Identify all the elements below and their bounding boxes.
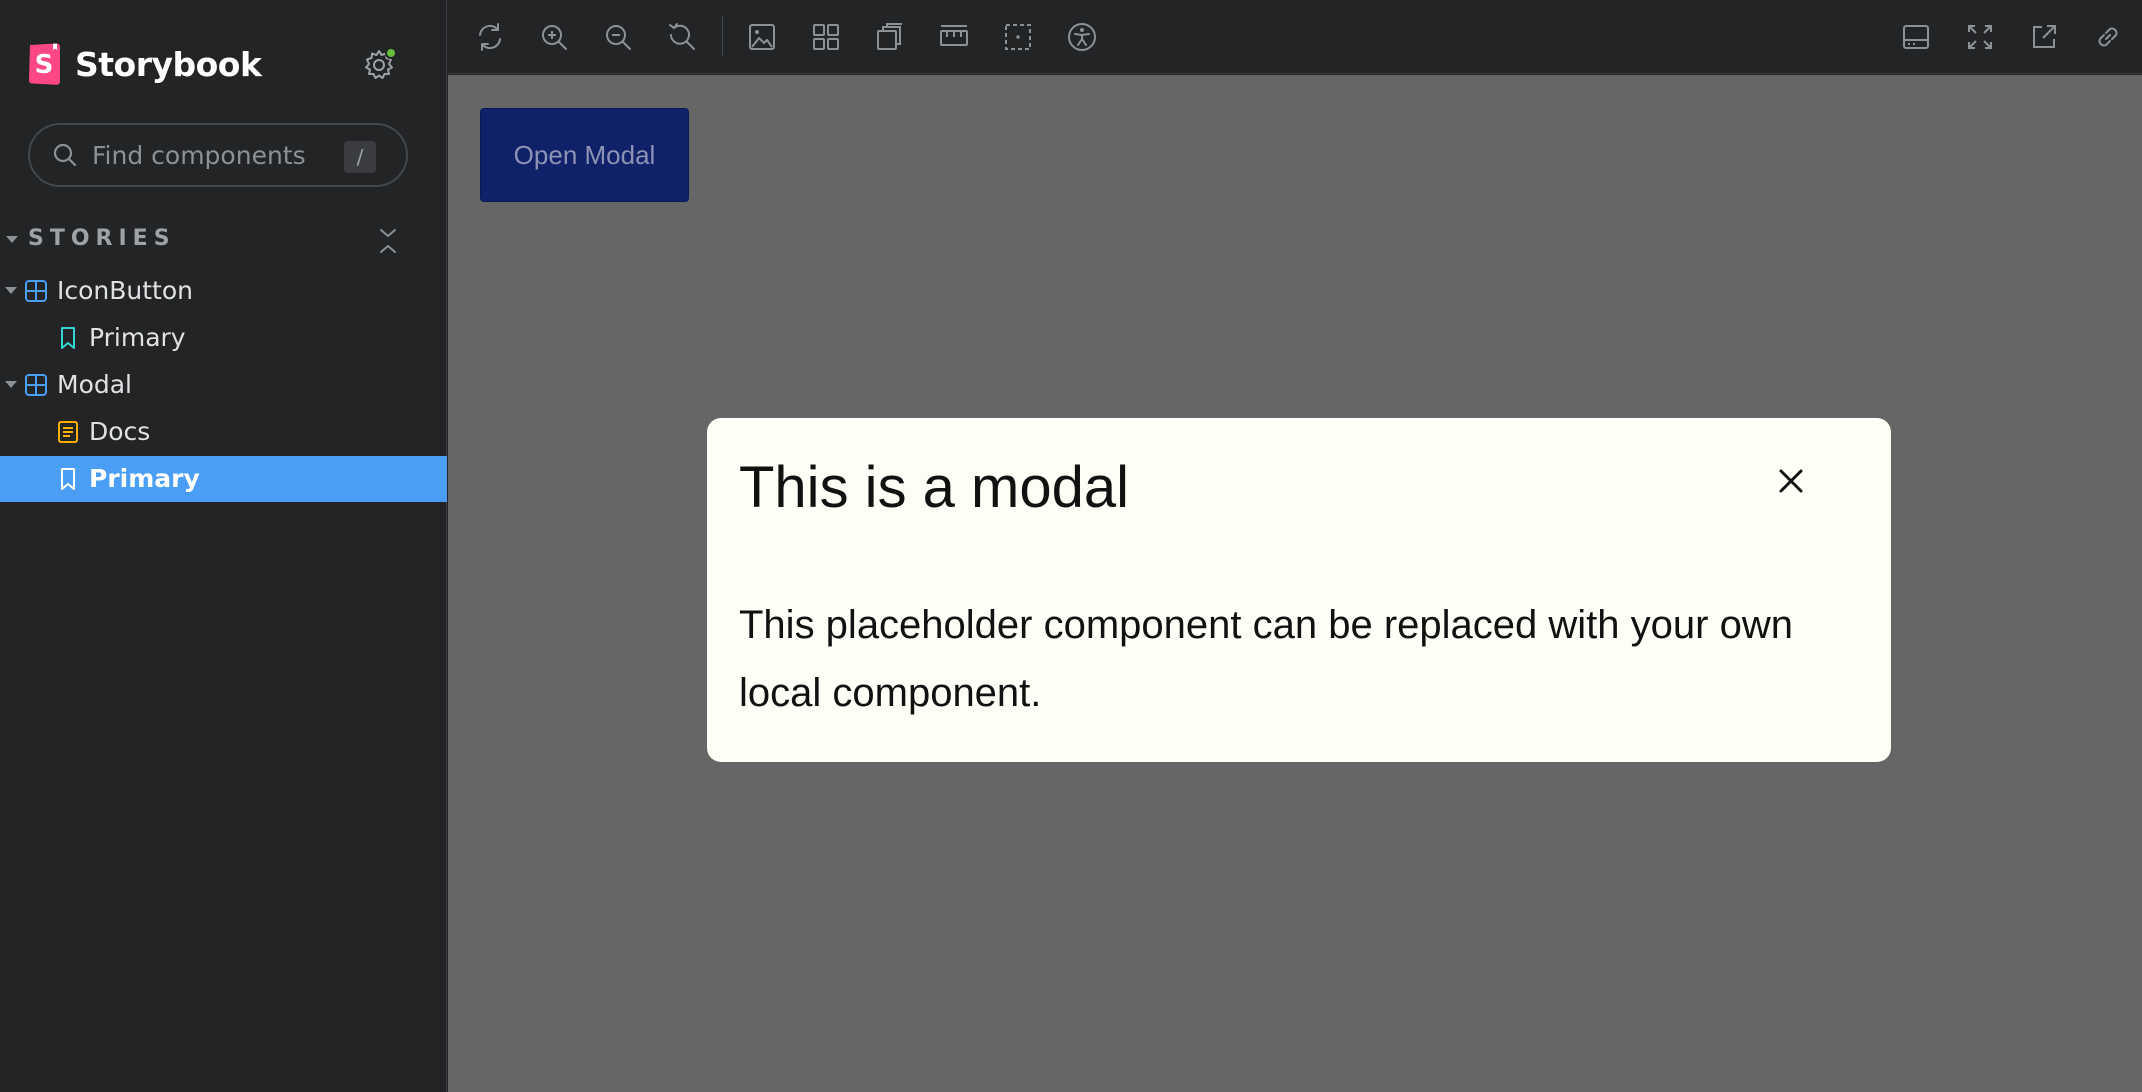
document-icon [58,421,78,443]
preview-canvas: Open Modal This is a modal This placehol… [448,75,2142,1092]
settings-button[interactable] [362,47,397,82]
viewport-icon[interactable] [874,21,906,53]
tree-item-label: Primary [89,323,186,352]
tree-item-iconbutton[interactable]: IconButton [0,268,447,314]
modal-body-text: This placeholder component can be replac… [739,603,1793,715]
brand-name: Storybook [75,44,262,84]
toolbar [448,0,2142,74]
accessibility-icon[interactable] [1066,21,1098,53]
brand[interactable]: S Storybook [27,40,262,88]
component-icon [25,374,47,396]
zoom-reset-icon[interactable] [666,21,698,53]
tree-item-modal[interactable]: Modal [0,362,447,408]
open-modal-button[interactable]: Open Modal [480,108,689,202]
caret-down-icon [5,381,17,388]
background-icon[interactable] [746,21,778,53]
search-shortcut-key: / [344,141,376,173]
panel-icon[interactable] [1900,21,1932,53]
close-icon[interactable] [1773,463,1809,499]
zoom-in-icon[interactable] [538,21,570,53]
search-box[interactable]: / [28,123,408,187]
tree-item-label: Primary [89,464,200,493]
fullscreen-icon[interactable] [1964,21,1996,53]
reload-icon[interactable] [474,21,506,53]
search-input[interactable] [92,140,342,170]
measure-icon[interactable] [938,21,970,53]
bookmark-icon [61,468,75,490]
tree-item-label: IconButton [57,276,193,305]
zoom-out-icon[interactable] [602,21,634,53]
svg-text:S: S [35,50,54,80]
grid-icon[interactable] [810,21,842,53]
storybook-logo-icon: S [29,43,60,85]
section-title: STORIES [28,226,176,251]
tree-item-label: Modal [57,370,132,399]
component-icon [25,280,47,302]
tree-item-label: Docs [89,417,151,446]
bookmark-icon [61,327,75,349]
open-new-tab-icon[interactable] [2028,21,2060,53]
modal-title: This is a modal [739,455,1130,520]
collapse-all-icon[interactable] [376,226,400,256]
stories-section-header[interactable]: STORIES [0,226,447,256]
search-icon [53,143,77,167]
tree-item-modal-docs[interactable]: Docs [0,409,447,455]
modal-dialog: This is a modal This placeholder compone… [707,418,1891,762]
sidebar: S Storybook / STORIES Ico [0,0,447,1092]
copy-link-icon[interactable] [2092,21,2124,53]
update-status-dot [385,47,397,59]
toolbar-separator [722,16,723,56]
tree-item-iconbutton-primary[interactable]: Primary [0,315,447,361]
outline-icon[interactable] [1002,21,1034,53]
caret-down-icon [6,236,18,243]
tree-item-modal-primary[interactable]: Primary [0,456,447,502]
caret-down-icon [5,287,17,294]
